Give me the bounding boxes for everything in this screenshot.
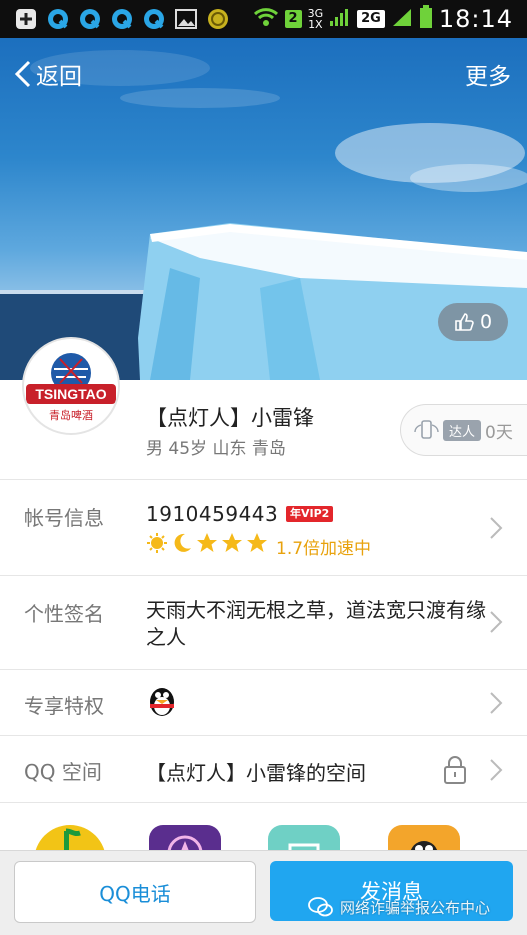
avatar-brand: TSINGTAO (35, 386, 106, 402)
daren-badge-button[interactable]: 达人 0天 (400, 404, 527, 456)
avatar[interactable]: TSINGTAO 青岛啤酒 (22, 337, 120, 435)
like-count: 0 (479, 311, 493, 333)
chevron-right-icon (490, 611, 503, 633)
chevron-left-icon (14, 60, 31, 88)
account-info-label: 帐号信息 (24, 506, 104, 530)
privileges-label: 专享特权 (24, 694, 104, 718)
like-button[interactable]: 0 (438, 303, 508, 341)
more-label: 更多 (465, 64, 511, 90)
coin-icon (206, 7, 230, 31)
clock: 18:14 (438, 5, 513, 33)
profile-name: 【点灯人】小雷锋 (146, 406, 314, 430)
vip-badge: 年VIP2 (286, 506, 334, 522)
qq-call-button[interactable]: QQ电话 (14, 861, 256, 923)
phone-wings-icon (414, 420, 439, 439)
more-button[interactable]: 更多 (465, 56, 511, 92)
chevron-right-icon (490, 517, 503, 539)
qq-level-icons (146, 532, 268, 554)
star-icon (247, 533, 267, 552)
wechat-icon (308, 897, 333, 917)
signature-text: 天雨大不润无根之草，道法宽只渡有缘之人 (146, 598, 486, 649)
account-info-row[interactable]: 帐号信息 (0, 479, 527, 576)
signal-2g-icon (391, 7, 413, 31)
bottom-action-bar: QQ电话 发消息 (0, 850, 527, 935)
star-icon (222, 533, 242, 552)
lock-icon (444, 756, 466, 784)
star-icon (197, 533, 217, 552)
image-icon (174, 7, 198, 31)
moon-icon (174, 533, 191, 552)
add-icon (14, 7, 38, 31)
sun-icon (147, 533, 167, 553)
network-type: 3G 1X (307, 7, 324, 31)
qzone-label: QQ 空间 (24, 760, 102, 784)
back-label: 返回 (36, 64, 82, 90)
wifi-icon (253, 6, 279, 32)
qq-number: 1910459443 (146, 502, 279, 526)
avatar-subtext: 青岛啤酒 (49, 408, 93, 422)
chevron-right-icon (490, 759, 503, 781)
qq-icon (110, 7, 134, 31)
tsingtao-logo: TSINGTAO 青岛啤酒 (26, 353, 116, 422)
qq-icon (142, 7, 166, 31)
qq-icon (46, 7, 70, 31)
battery-icon (419, 5, 433, 33)
profile-meta: 男 45岁 山东 青岛 (146, 439, 286, 459)
notification-icons (0, 7, 230, 31)
speed-status: 1.7倍加速中 (276, 539, 372, 559)
status-right: 2 3G 1X 2G 18:14 (253, 5, 527, 33)
back-button[interactable]: 返回 (14, 56, 82, 92)
qzone-value: 【点灯人】小雷锋的空间 (146, 761, 366, 785)
network-2g-badge: 2G (357, 10, 385, 28)
daren-label: 达人 (443, 419, 482, 441)
thumbs-up-icon (455, 313, 474, 331)
qq-icon (78, 7, 102, 31)
status-bar: 2 3G 1X 2G 18:14 (0, 0, 527, 38)
watermark-text: 网络诈骗举报公布中心 (340, 898, 491, 917)
signal-icon (329, 7, 351, 31)
sim-badge: 2 (284, 10, 302, 28)
watermark: 网络诈骗举报公布中心 (308, 896, 490, 918)
qq-penguin-icon (146, 682, 178, 722)
chevron-right-icon (490, 692, 503, 714)
privileges-row[interactable]: 专享特权 (0, 669, 527, 736)
daren-days: 0天 (485, 422, 513, 443)
signature-label: 个性签名 (24, 602, 104, 626)
